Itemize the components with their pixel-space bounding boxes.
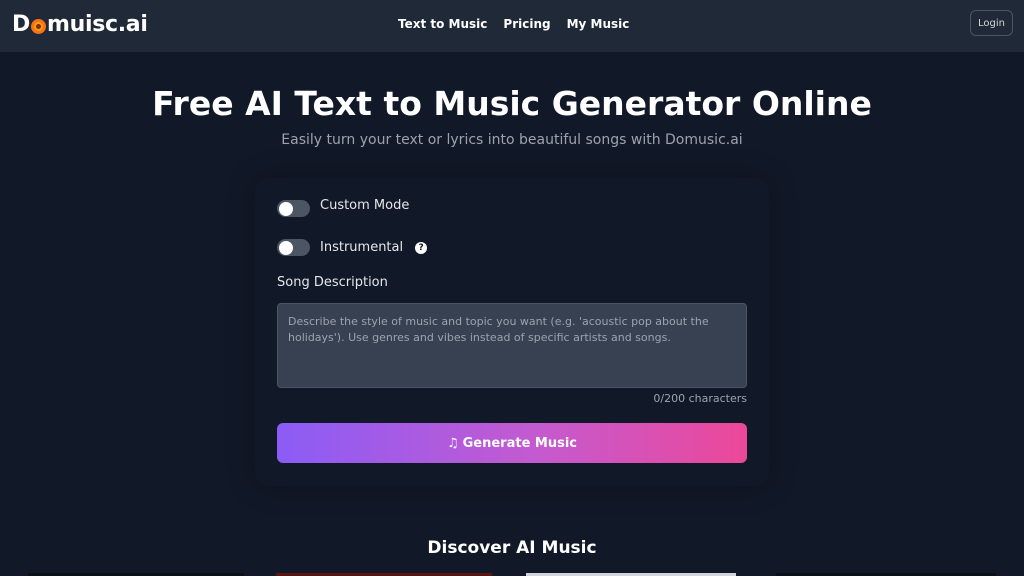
- page-title: Free AI Text to Music Generator Online: [152, 84, 872, 123]
- logo[interactable]: D muisc.ai: [12, 12, 148, 37]
- custom-mode-toggle[interactable]: [277, 200, 310, 217]
- question-circle-icon[interactable]: ?: [415, 241, 428, 254]
- generate-music-label: Generate Music: [462, 435, 578, 451]
- custom-mode-row: Custom Mode: [277, 198, 410, 217]
- page-subtitle: Easily turn your text or lyrics into bea…: [281, 132, 743, 148]
- character-counter: 0/200 characters: [653, 392, 747, 405]
- logo-text-end: muisc.ai: [46, 12, 148, 37]
- song-description-label: Song Description: [277, 275, 388, 290]
- music-note-icon: ♫: [446, 435, 459, 451]
- nav-link-text-to-music[interactable]: Text to Music: [398, 17, 487, 31]
- instrumental-label: Instrumental: [320, 240, 404, 255]
- logo-text-start: D: [12, 12, 30, 37]
- toggle-knob: [279, 240, 293, 255]
- login-button[interactable]: Login: [970, 10, 1013, 36]
- main-nav: Text to Music Pricing My Music: [398, 17, 629, 31]
- custom-mode-label: Custom Mode: [320, 198, 410, 213]
- song-description-input[interactable]: [277, 303, 747, 388]
- nav-link-pricing[interactable]: Pricing: [503, 17, 550, 31]
- generate-music-button[interactable]: ♫ Generate Music: [277, 423, 747, 463]
- nav-link-my-music[interactable]: My Music: [567, 17, 630, 31]
- instrumental-toggle[interactable]: [277, 239, 310, 256]
- vinyl-disc-icon: [30, 19, 46, 34]
- top-header: D muisc.ai Text to Music Pricing My Musi…: [0, 0, 1024, 52]
- instrumental-row: Instrumental ?: [277, 239, 428, 256]
- toggle-knob: [279, 201, 293, 216]
- discover-section-title: Discover AI Music: [427, 538, 597, 558]
